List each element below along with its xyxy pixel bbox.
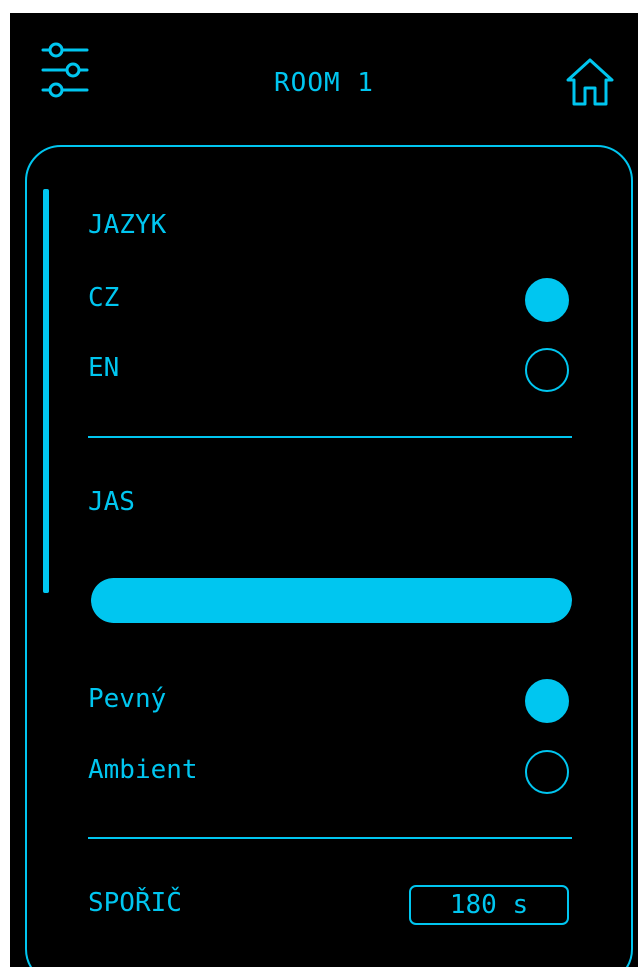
divider xyxy=(88,436,572,438)
screensaver-label: SPOŘIČ xyxy=(88,888,182,918)
mode-fixed-label: Pevný xyxy=(88,684,167,714)
home-icon[interactable] xyxy=(564,57,616,109)
device-screen: ROOM 1 JAZYK CZ EN JAS Pevný Ambient SPO… xyxy=(10,13,638,967)
brightness-slider-fill xyxy=(91,578,572,623)
screensaver-value: 180 s xyxy=(449,890,529,920)
screensaver-value-field[interactable]: 180 s xyxy=(409,885,569,925)
brightness-heading: JAS xyxy=(88,487,135,517)
mode-ambient-label: Ambient xyxy=(88,755,198,785)
option-cz-label: CZ xyxy=(88,283,120,313)
settings-panel: JAZYK CZ EN JAS Pevný Ambient SPOŘIČ 180… xyxy=(25,145,633,967)
mode-ambient-radio[interactable] xyxy=(525,750,569,794)
scroll-indicator[interactable] xyxy=(43,189,49,593)
option-en-label: EN xyxy=(88,353,120,383)
language-heading: JAZYK xyxy=(88,210,167,240)
divider xyxy=(88,837,572,839)
page-title: ROOM 1 xyxy=(274,68,374,98)
language-cz-radio[interactable] xyxy=(525,278,569,322)
language-en-radio[interactable] xyxy=(525,348,569,392)
mode-fixed-radio[interactable] xyxy=(525,679,569,723)
brightness-slider[interactable] xyxy=(91,578,572,623)
